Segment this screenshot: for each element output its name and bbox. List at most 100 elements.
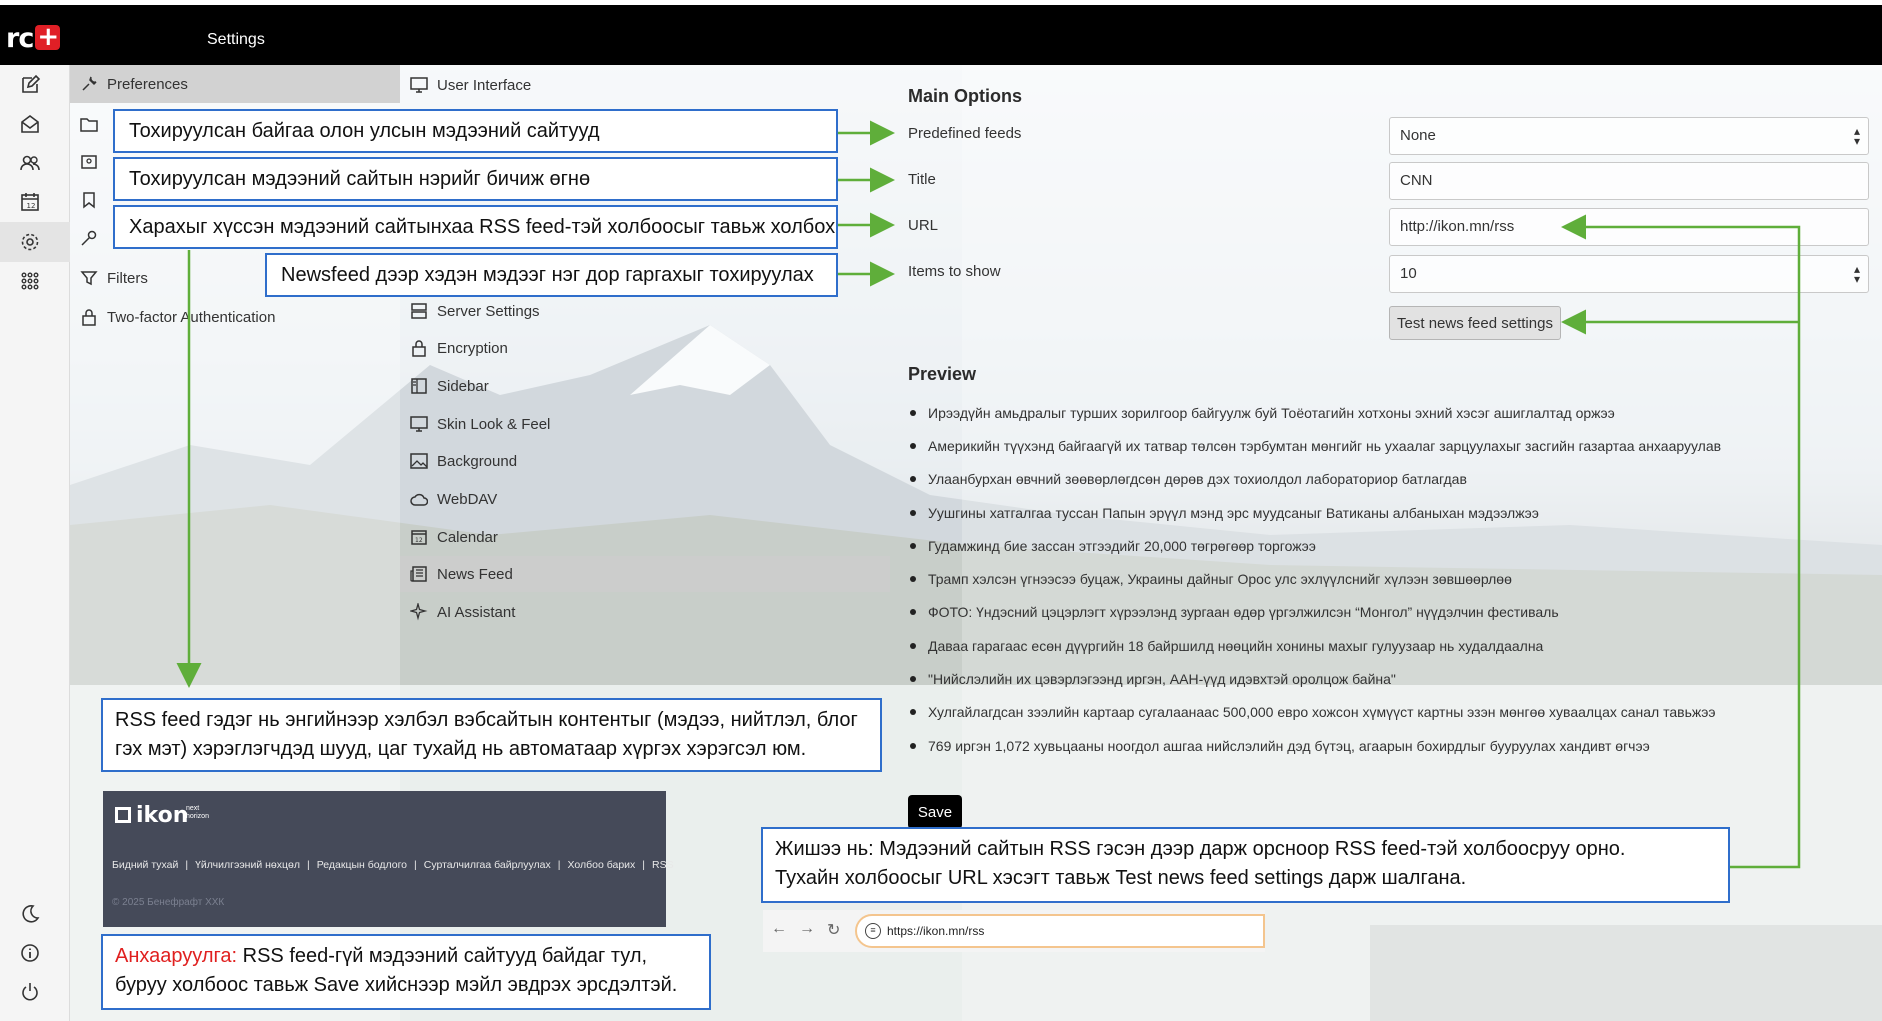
callout-predefined-feeds: Тохируулсан байгаа олон улсын мэдээний с… [113,109,838,153]
section-news-feed[interactable]: News Feed [400,556,890,592]
cloud-icon [410,493,428,506]
callout-title: Тохируулсан мэдээний сайтын нэрийг бичиж… [113,157,838,201]
monitor-icon [410,77,428,93]
section-calendar[interactable]: 12 Calendar [400,519,890,555]
section-label: Calendar [437,528,498,546]
save-button[interactable]: Save [908,795,962,829]
section-label: Sidebar [437,377,489,395]
newspaper-icon [410,566,427,582]
ikon-logo: ikon [115,803,188,828]
main-options-title: Main Options [908,86,1022,106]
sparkle-icon [410,603,428,621]
key-icon[interactable] [80,229,98,247]
monitor-icon [410,416,428,432]
title-input[interactable]: CNN [1389,162,1869,200]
footer-link[interactable]: Үйлчилгээний нөхцөл [195,859,300,871]
rss-definition-line: RSS feed гэдэг нь энгийнээр хэлбэл вэбса… [115,709,858,731]
bookmark-icon[interactable] [80,191,98,209]
predefined-feeds-label: Predefined feeds [908,125,1022,142]
calendar-icon: 12 [411,530,427,545]
page-title: Settings [207,31,265,48]
section-webdav[interactable]: WebDAV [400,481,890,517]
test-news-feed-button[interactable]: Test news feed settings [1389,306,1561,340]
callout-warning: Анхааруулга: RSS feed-гүй мэдээний сайту… [101,934,711,1010]
preferences-header[interactable]: Preferences [70,65,400,103]
preferences-label: Preferences [107,75,188,93]
rss-definition-line: гэх мэт) хэрэглэгчдэд шууд, цаг тухайд н… [115,738,807,760]
list-item: Ирээдүйн амьдралыг турших зорилгоор байг… [908,396,1808,429]
select-arrows-icon: ▴ ▾ [1853,124,1860,148]
power-icon[interactable] [19,981,41,1003]
section-sidebar[interactable]: Sidebar [400,368,890,404]
list-item: "Нийслэлийн их цэвэрлэгээнд иргэн, ААН-ү… [908,662,1808,695]
section-skin[interactable]: Skin Look & Feel [400,406,890,442]
pref-item-label: Filters [107,269,148,287]
section-background[interactable]: Background [400,443,890,479]
list-item: Трамп хэлсэн үгнээсээ буцаж, Украины дай… [908,562,1808,595]
section-label: User Interface [437,76,532,94]
example-line: Тухайн холбоосыг URL хэсэгт тавьж Test n… [775,867,1467,889]
callout-rss-definition: RSS feed гэдэг нь энгийнээр хэлбэл вэбса… [101,698,882,772]
preview-title: Preview [908,364,977,384]
svg-text:12: 12 [415,537,423,544]
footer-link[interactable]: Редакцын бодлого [317,859,407,871]
top-bar: rc + Settings [0,5,1882,65]
list-item: Хулгайлагдсан зээлийн картаар сугалаанаа… [908,696,1808,729]
footer-link[interactable]: Бидний тухай [112,859,178,871]
predefined-feeds-select[interactable]: None ▴ ▾ [1389,117,1869,155]
footer-link[interactable]: Холбоо барих [567,859,635,871]
gear-icon[interactable] [19,231,41,253]
callout-items-to-show: Newsfeed дээр хэдэн мэдээг нэг дор гарга… [265,253,838,297]
section-server-settings[interactable]: Server Settings [400,293,890,329]
mail-icon[interactable] [19,113,41,135]
section-user-interface[interactable]: User Interface [400,67,890,103]
section-label: WebDAV [437,490,498,508]
list-item: 769 иргэн 1,072 хувьцааны ноогдол ашгаа … [908,729,1808,762]
section-label: AI Assistant [437,603,516,621]
items-to-show-label: Items to show [908,263,1001,280]
address-bar-url: https://ikon.mn/rss [887,924,985,938]
ikon-tagline: next horizon [186,805,209,820]
warning-prefix: Анхааруулга: [115,945,238,967]
info-icon[interactable] [19,942,41,964]
predefined-feeds-value: None [1400,127,1436,144]
svg-text:12: 12 [27,202,36,210]
icon-sidebar: 12 [0,65,70,1021]
calendar-icon[interactable]: 12 [19,191,41,213]
pref-item-two-factor[interactable]: Two-factor Authentication [70,298,400,336]
site-settings-icon[interactable]: ≡ [865,923,881,939]
filter-icon [80,271,98,286]
lock-icon [412,340,426,357]
list-item: ФОТО: Үндэсний цэцэрлэгт хүрээлэнд зурга… [908,596,1808,629]
url-label: URL [908,217,939,234]
section-label: Skin Look & Feel [437,415,551,433]
section-label: Background [437,452,518,470]
wrench-icon [82,76,97,91]
forward-arrow-icon[interactable]: → [799,920,815,938]
section-label: Encryption [437,339,508,357]
url-input[interactable]: http://ikon.mn/rss [1389,208,1869,246]
moon-icon[interactable] [19,903,41,925]
ikon-footer-example: ikon next horizon Бидний тухай | Үйлчилгээн… [103,791,674,927]
section-label: Server Settings [437,302,540,320]
callout-url: Харахыг хүссэн мэдээний сайтынхаа RSS fe… [113,205,838,249]
sidebar-icon [411,378,427,394]
title-label: Title [908,171,936,188]
folder-icon[interactable] [80,115,98,133]
items-to-show-select[interactable]: 10 ▴ ▾ [1389,255,1869,293]
footer-link-rss[interactable]: RSS [652,859,674,871]
footer-link[interactable]: Сурталчилгаа байрлуулах [424,859,551,871]
list-item: Америкийн түүхэнд байгаагүй их татвар тө… [908,429,1808,462]
warning-line: RSS feed-гүй мэдээний сайтууд байдаг тул… [237,945,648,967]
app-logo[interactable]: rc + [6,23,61,54]
reload-icon[interactable]: ↻ [827,920,840,940]
section-encryption[interactable]: Encryption [400,330,890,366]
back-arrow-icon[interactable]: ← [771,920,787,938]
compose-icon[interactable] [19,74,41,96]
apps-grid-icon[interactable] [19,270,41,292]
callout-example: Жишээ нь: Мэдээний сайтын RSS гэсэн дээр… [761,827,1730,903]
address-bar[interactable]: ≡ https://ikon.mn/rss [855,914,1265,948]
contacts-icon[interactable] [19,152,41,174]
section-ai-assistant[interactable]: AI Assistant [400,594,890,630]
identity-icon[interactable] [80,153,98,171]
